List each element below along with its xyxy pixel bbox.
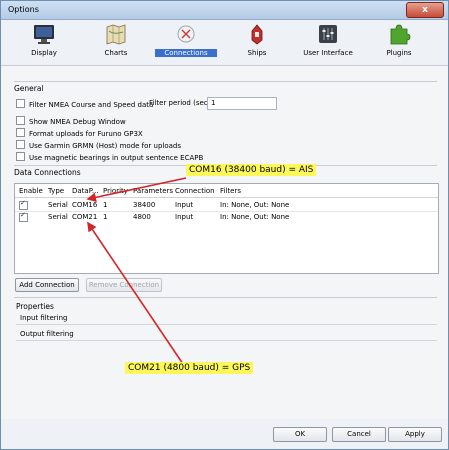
gps-annotation: COM21 (4800 baud) = GPS [125,362,254,374]
ais-arrow [86,177,187,203]
ais-annotation: COM16 (38400 baud) = AIS [186,164,317,176]
gps-arrow [87,221,184,365]
annotation-arrows [86,177,187,365]
